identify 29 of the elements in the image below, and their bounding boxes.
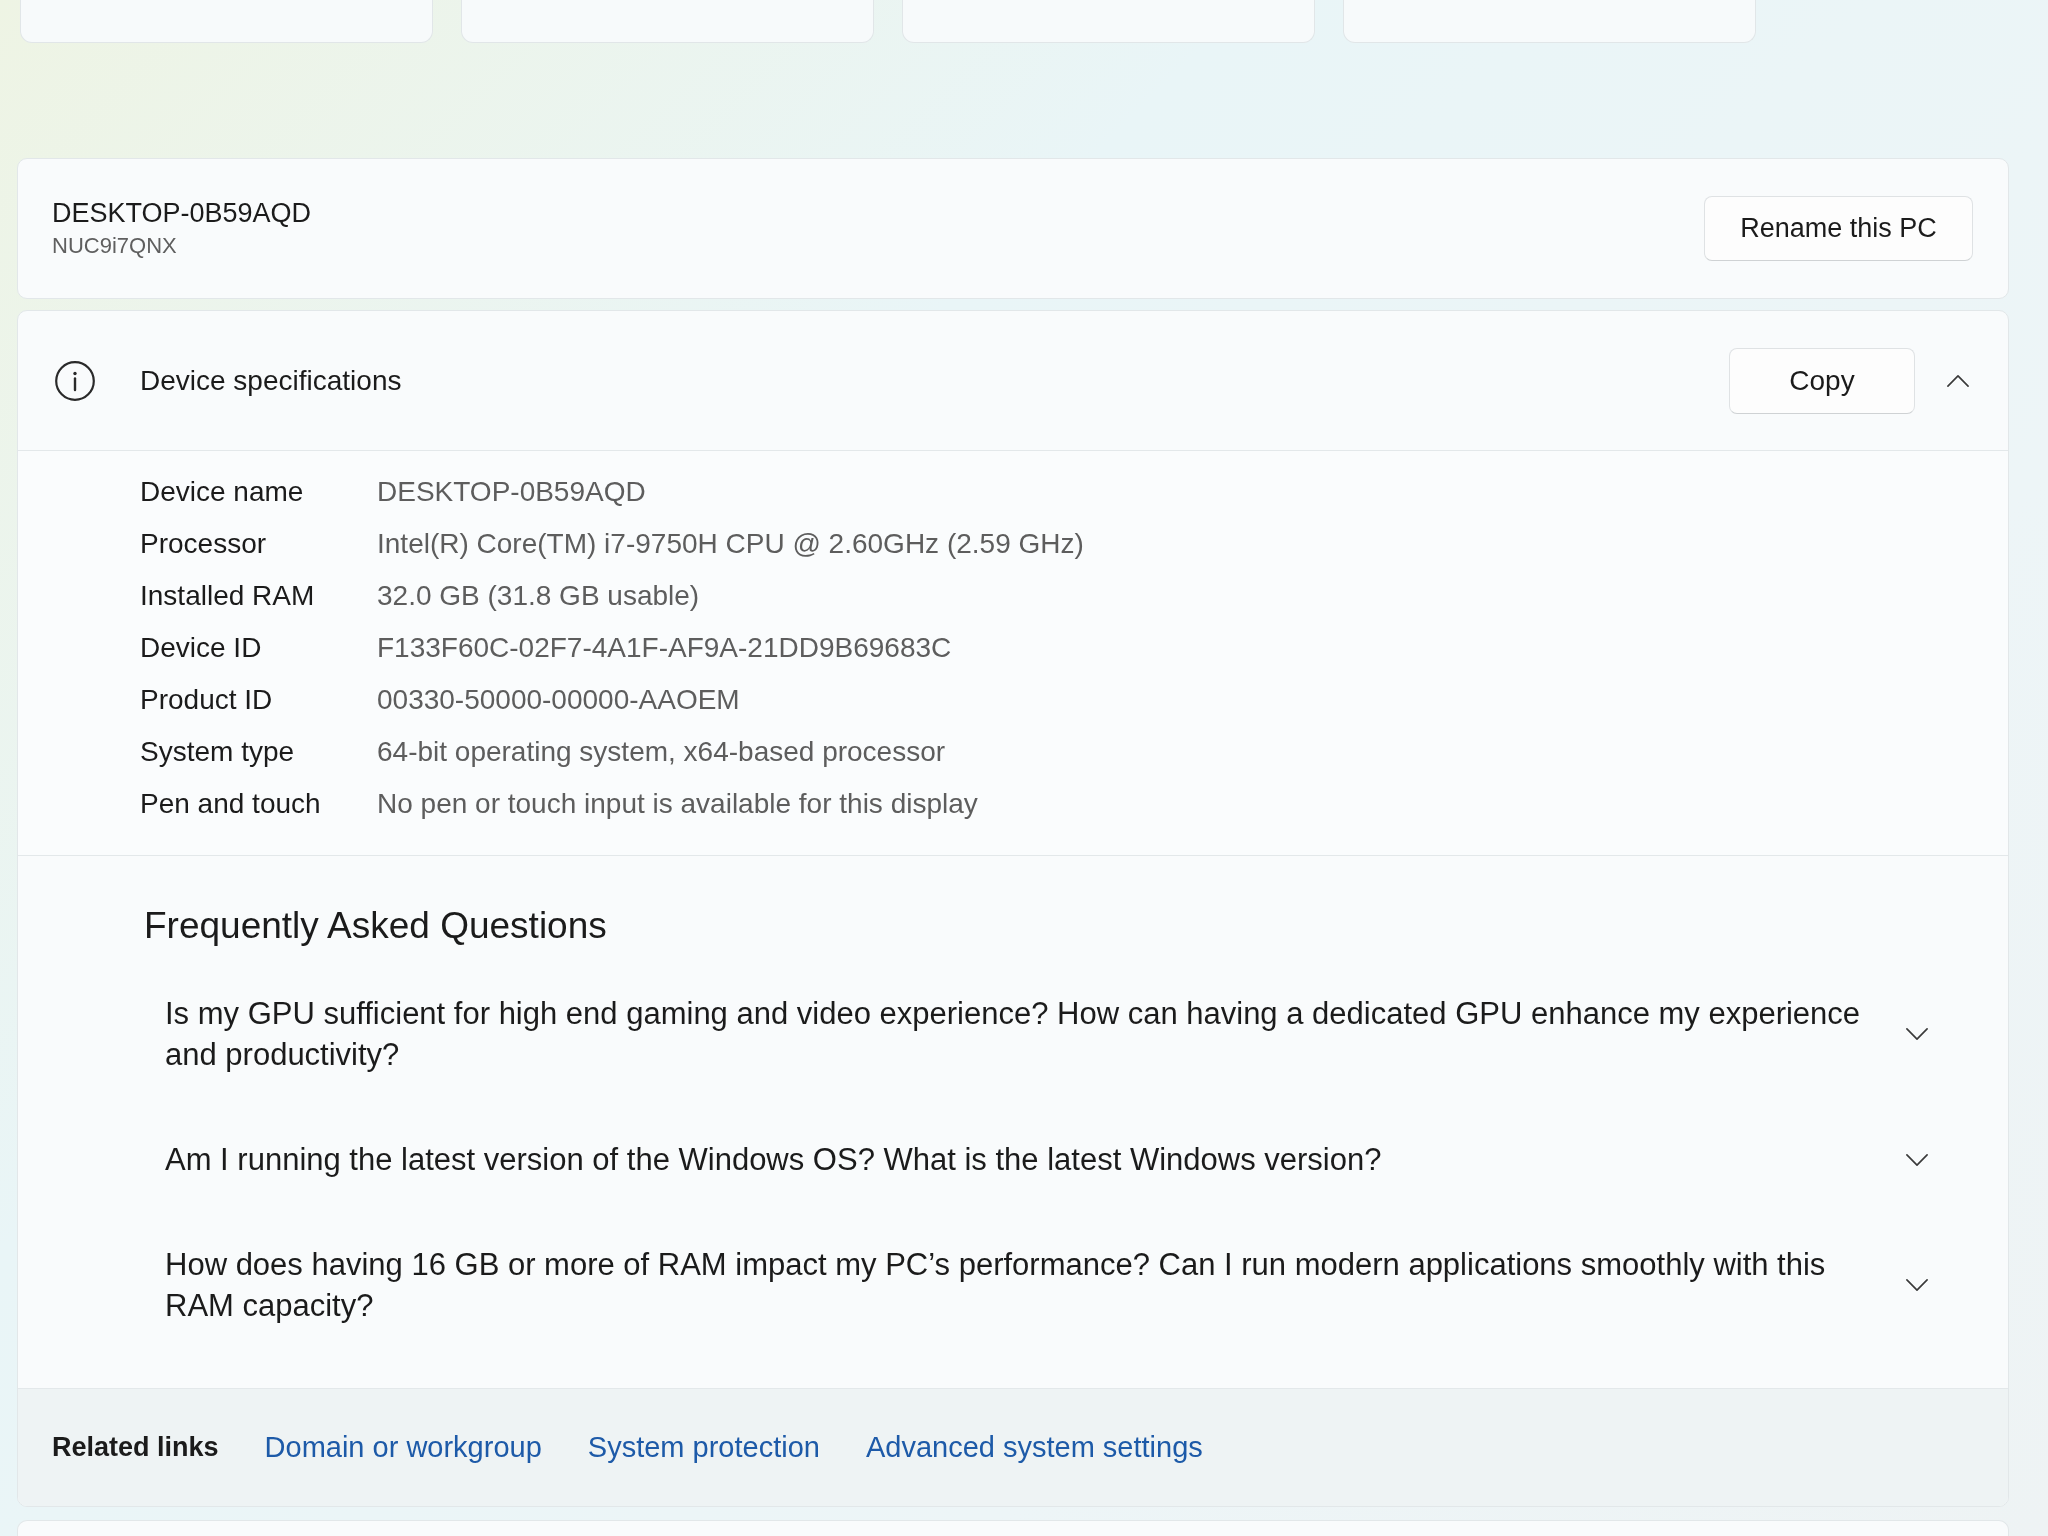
spec-value: Intel(R) Core(TM) i7-9750H CPU @ 2.60GHz (2.59 GHz) [377, 527, 1084, 561]
faq-question[interactable]: Am I running the latest version of the Windows OS? What is the latest Windows version? [18, 1107, 2008, 1212]
spec-value: No pen or touch input is available for this display [377, 787, 978, 821]
related-link[interactable]: Advanced system settings [865, 1425, 1203, 1470]
spec-value: F133F60C-02F7-4A1F-AF9A-21DD9B69683C [377, 631, 952, 665]
rename-button[interactable]: Rename this PC [1704, 196, 1973, 261]
copy-button[interactable]: Copy [1729, 347, 1915, 414]
spec-label: Pen and touch [140, 787, 322, 821]
spec-label: Product ID [140, 683, 274, 717]
faq-title: Frequently Asked Questions [144, 904, 607, 948]
spec-value: 64-bit operating system, x64-based processor [377, 735, 946, 769]
pc-model: NUC9i7QNX [52, 231, 178, 260]
faq-question[interactable]: Is my GPU sufficient for high end gaming and video experience? How can having a dedicated GPU enhance my experience and productivity? [18, 961, 2008, 1107]
spec-label: Device ID [140, 631, 263, 665]
spec-label: Installed RAM [140, 579, 316, 613]
spec-value: 32.0 GB (31.8 GB usable) [377, 579, 700, 613]
spec-value: DESKTOP-0B59AQD [377, 475, 646, 509]
pc-name: DESKTOP-0B59AQD [52, 196, 312, 230]
related-link[interactable]: Domain or workgroup [264, 1425, 542, 1470]
faq-question[interactable]: How does having 16 GB or more of RAM impact my PC’s performance? Can I run modern applications smoothly with this RAM capacity? [18, 1212, 2008, 1358]
related-links-label: Related links [52, 1431, 219, 1465]
chevron-up-icon[interactable] [1947, 374, 1969, 387]
info-icon [55, 360, 95, 401]
section-title: Device specifications [140, 363, 402, 398]
spec-label: System type [140, 735, 296, 769]
spec-value: 00330-50000-00000-AAOEM [377, 683, 740, 717]
spec-label: Device name [140, 475, 305, 509]
spec-label: Processor [140, 527, 268, 561]
related-link[interactable]: System protection [587, 1425, 820, 1470]
